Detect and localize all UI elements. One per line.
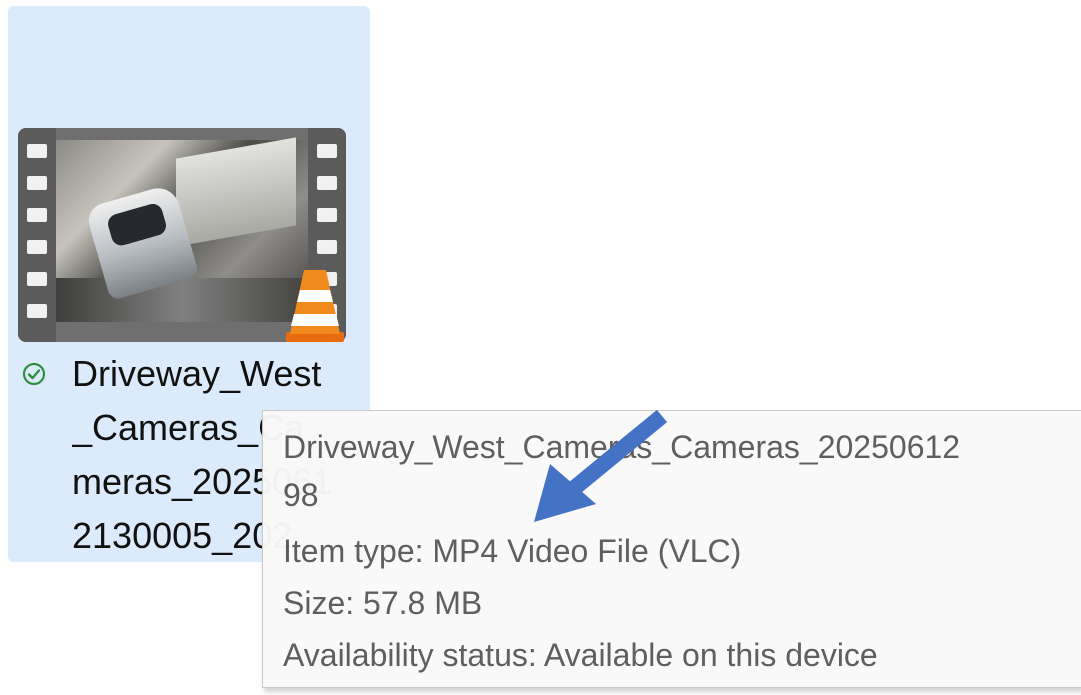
tooltip-size: Size: 57.8 MB bbox=[283, 585, 483, 621]
tooltip-item-type: Item type: MP4 Video File (VLC) bbox=[283, 533, 742, 569]
arrow-icon bbox=[534, 409, 668, 522]
tooltip-file-name-cont: 98 bbox=[283, 477, 319, 513]
file-name-line: Driveway_West bbox=[72, 353, 322, 394]
vlc-cone-icon bbox=[286, 270, 344, 342]
driveway-preview-image bbox=[56, 137, 308, 322]
film-strip-left bbox=[18, 128, 56, 342]
tooltip-availability: Availability status: Available on this d… bbox=[283, 637, 878, 673]
check-circle-icon bbox=[22, 362, 46, 386]
